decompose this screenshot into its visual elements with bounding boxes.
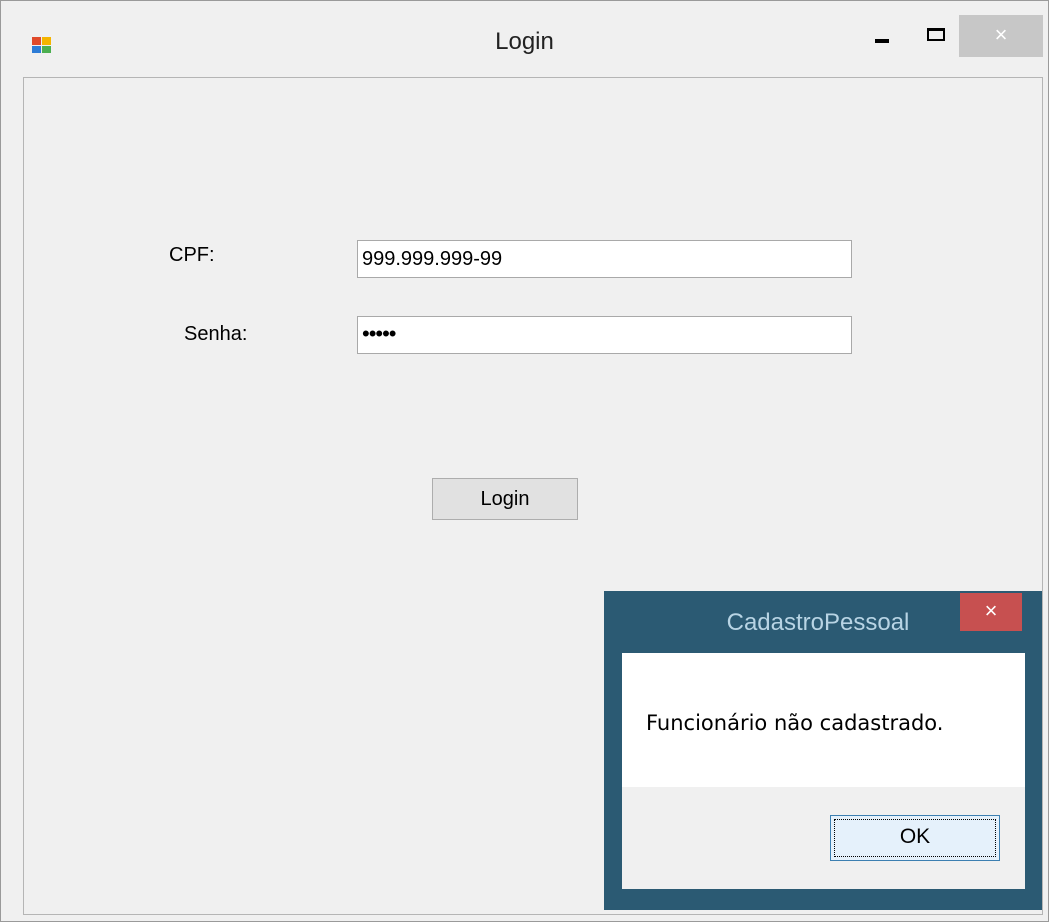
dialog-message: Funcionário não cadastrado. bbox=[646, 711, 944, 735]
login-window: Login × CPF: 999.999.999-99 Senha: •••••… bbox=[0, 0, 1049, 922]
title-bar[interactable]: Login × bbox=[1, 1, 1048, 77]
login-button[interactable]: Login bbox=[432, 478, 578, 520]
ok-button[interactable]: OK bbox=[830, 815, 1000, 861]
cpf-input[interactable]: 999.999.999-99 bbox=[357, 240, 852, 278]
senha-input[interactable]: ••••• bbox=[357, 316, 852, 354]
minimize-icon[interactable] bbox=[863, 15, 903, 57]
message-dialog: CadastroPessoal × Funcionário não cadast… bbox=[604, 591, 1042, 910]
maximize-icon[interactable] bbox=[917, 15, 957, 57]
dialog-content: Funcionário não cadastrado. bbox=[622, 653, 1025, 787]
close-button[interactable]: × bbox=[959, 15, 1043, 57]
cpf-label: CPF: bbox=[169, 244, 215, 266]
dialog-close-button[interactable]: × bbox=[960, 593, 1022, 631]
senha-label: Senha: bbox=[184, 323, 248, 345]
dialog-body: Funcionário não cadastrado. OK bbox=[622, 653, 1025, 889]
